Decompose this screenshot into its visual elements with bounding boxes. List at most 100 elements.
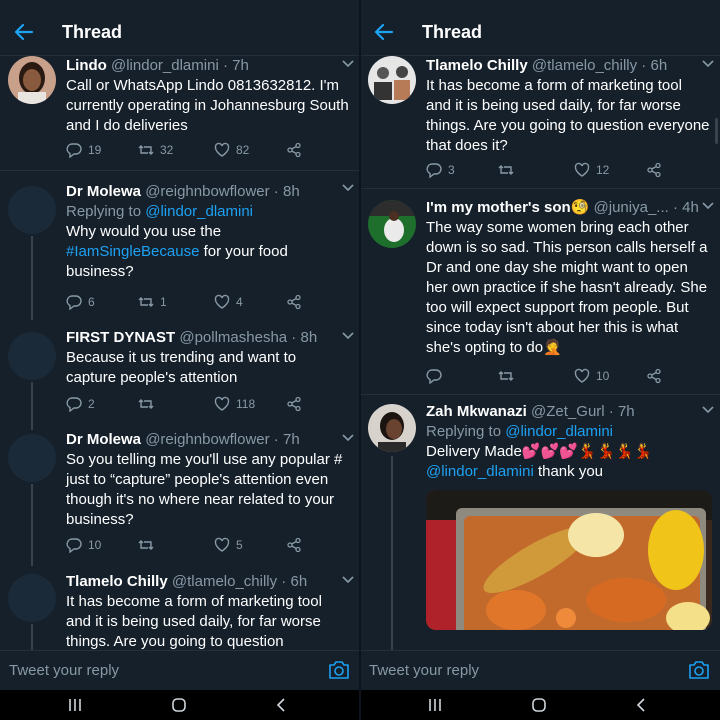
like-count: 82: [236, 143, 250, 157]
user-handle[interactable]: @reighnbowflower: [145, 431, 269, 448]
retweet-button[interactable]: [498, 368, 514, 384]
retweet-button[interactable]: [138, 537, 154, 553]
user-handle[interactable]: @juniya_...: [594, 199, 669, 216]
chevron-down-icon[interactable]: [702, 406, 714, 414]
tweet-text: The way some women bring each other down…: [426, 219, 708, 356]
reply-button[interactable]: 10: [66, 537, 101, 553]
avatar[interactable]: [368, 56, 416, 104]
tweet-actions: 2 118: [66, 396, 316, 416]
avatar[interactable]: [8, 332, 56, 380]
display-name[interactable]: Lindo: [66, 57, 107, 74]
reply-input[interactable]: Tweet your reply: [9, 662, 119, 679]
chevron-down-icon[interactable]: [702, 202, 714, 210]
share-button[interactable]: [646, 162, 662, 178]
chevron-down-icon[interactable]: [702, 60, 714, 68]
chevron-down-icon[interactable]: [342, 576, 354, 584]
chevron-down-icon[interactable]: [342, 434, 354, 442]
avatar[interactable]: [8, 434, 56, 482]
like-button[interactable]: 82: [214, 142, 249, 158]
replying-to-link[interactable]: @lindor_dlamini: [145, 203, 253, 220]
reply-composer[interactable]: Tweet your reply: [360, 650, 720, 690]
tweet-tlamelo-chilly[interactable]: Tlamelo Chilly @tlamelo_chilly · 6h It h…: [360, 56, 720, 186]
back-nav-icon[interactable]: [272, 696, 290, 714]
display-name[interactable]: Tlamelo Chilly: [66, 573, 168, 590]
user-handle[interactable]: @lindor_dlamini: [111, 57, 219, 74]
retweet-button[interactable]: [138, 396, 154, 412]
avatar[interactable]: [8, 56, 56, 104]
replying-to-link[interactable]: @lindor_dlamini: [505, 423, 613, 440]
tweet-zah-mkwanazi[interactable]: Zah Mkwanazi @Zet_Gurl · 7h Replying to …: [360, 402, 720, 650]
retweet-button[interactable]: 1: [138, 294, 167, 310]
like-button[interactable]: 5: [214, 537, 243, 553]
back-arrow-icon[interactable]: [12, 20, 36, 44]
user-handle[interactable]: @tlamelo_chilly: [532, 57, 637, 74]
like-count: 12: [596, 163, 610, 177]
home-icon[interactable]: [530, 696, 548, 714]
display-name[interactable]: Dr Molewa: [66, 431, 141, 448]
timestamp: 7h: [232, 57, 249, 74]
user-handle[interactable]: @Zet_Gurl: [531, 403, 605, 420]
display-name[interactable]: I'm my mother's son🧐: [426, 199, 589, 216]
avatar[interactable]: [368, 200, 416, 248]
recents-icon[interactable]: [426, 696, 444, 714]
avatar[interactable]: [8, 186, 56, 234]
chevron-down-icon[interactable]: [342, 184, 354, 192]
tweet-media-image[interactable]: [426, 490, 712, 630]
tweet-im-my-mothers-son[interactable]: I'm my mother's son🧐 @juniya_... · 4h Th…: [360, 198, 720, 390]
like-button[interactable]: 12: [574, 162, 609, 178]
share-button[interactable]: [286, 142, 302, 158]
reply-button[interactable]: 6: [66, 294, 95, 310]
share-icon: [647, 162, 661, 178]
share-button[interactable]: [646, 368, 662, 384]
chevron-down-icon[interactable]: [342, 332, 354, 340]
home-icon[interactable]: [170, 696, 188, 714]
user-handle[interactable]: @pollmashesha: [179, 329, 287, 346]
tweet-dr-molewa-1[interactable]: Dr Molewa @reighnbowflower · 8h Replying…: [0, 180, 360, 320]
reply-input[interactable]: Tweet your reply: [369, 662, 479, 679]
chevron-down-icon[interactable]: [342, 60, 354, 68]
like-icon: [214, 294, 230, 309]
like-button[interactable]: 4: [214, 294, 243, 310]
reply-composer[interactable]: Tweet your reply: [0, 650, 360, 690]
display-name[interactable]: FIRST DYNAST: [66, 329, 175, 346]
reply-count: 3: [448, 163, 455, 177]
tweet-meta: Dr Molewa @reighnbowflower · 8h: [66, 183, 300, 200]
like-button[interactable]: 10: [574, 368, 609, 384]
retweet-button[interactable]: [498, 162, 514, 178]
display-name[interactable]: Zah Mkwanazi: [426, 403, 527, 420]
share-icon: [647, 368, 661, 384]
share-button[interactable]: [286, 396, 302, 412]
reply-button[interactable]: 3: [426, 162, 455, 178]
tweet-tlamelo-chilly[interactable]: Tlamelo Chilly @tlamelo_chilly · 6h It h…: [0, 572, 360, 654]
user-handle[interactable]: @reighnbowflower: [145, 183, 269, 200]
share-button[interactable]: [286, 294, 302, 310]
camera-icon[interactable]: [328, 660, 350, 680]
back-arrow-icon[interactable]: [372, 20, 396, 44]
camera-icon[interactable]: [688, 660, 710, 680]
tweet-first-dynast[interactable]: FIRST DYNAST @pollmashesha · 8h Because …: [0, 328, 360, 430]
recents-icon[interactable]: [66, 696, 84, 714]
back-nav-icon[interactable]: [632, 696, 650, 714]
like-icon: [574, 162, 590, 177]
reply-button[interactable]: 19: [66, 142, 101, 158]
thread-header: Thread: [0, 10, 360, 56]
tweet-lindo[interactable]: Lindo @lindor_dlamini · 7h Call or Whats…: [0, 56, 360, 170]
like-button[interactable]: 118: [214, 396, 255, 412]
user-handle[interactable]: @tlamelo_chilly: [172, 573, 277, 590]
reply-button[interactable]: 2: [66, 396, 95, 412]
display-name[interactable]: Dr Molewa: [66, 183, 141, 200]
retweet-icon: [138, 540, 154, 550]
share-icon: [287, 142, 301, 158]
share-icon: [287, 537, 301, 553]
like-count: 10: [596, 369, 610, 383]
tweet-dr-molewa-2[interactable]: Dr Molewa @reighnbowflower · 7h So you t…: [0, 430, 360, 566]
reply-button[interactable]: [426, 368, 442, 384]
share-button[interactable]: [286, 537, 302, 553]
display-name[interactable]: Tlamelo Chilly: [426, 57, 528, 74]
hashtag-link[interactable]: #IamSingleBecause: [66, 243, 199, 260]
avatar[interactable]: [8, 574, 56, 622]
avatar[interactable]: [368, 404, 416, 452]
retweet-button[interactable]: 32: [138, 142, 173, 158]
mention-link[interactable]: @lindor_dlamini: [426, 463, 534, 480]
retweet-count: 32: [160, 143, 174, 157]
